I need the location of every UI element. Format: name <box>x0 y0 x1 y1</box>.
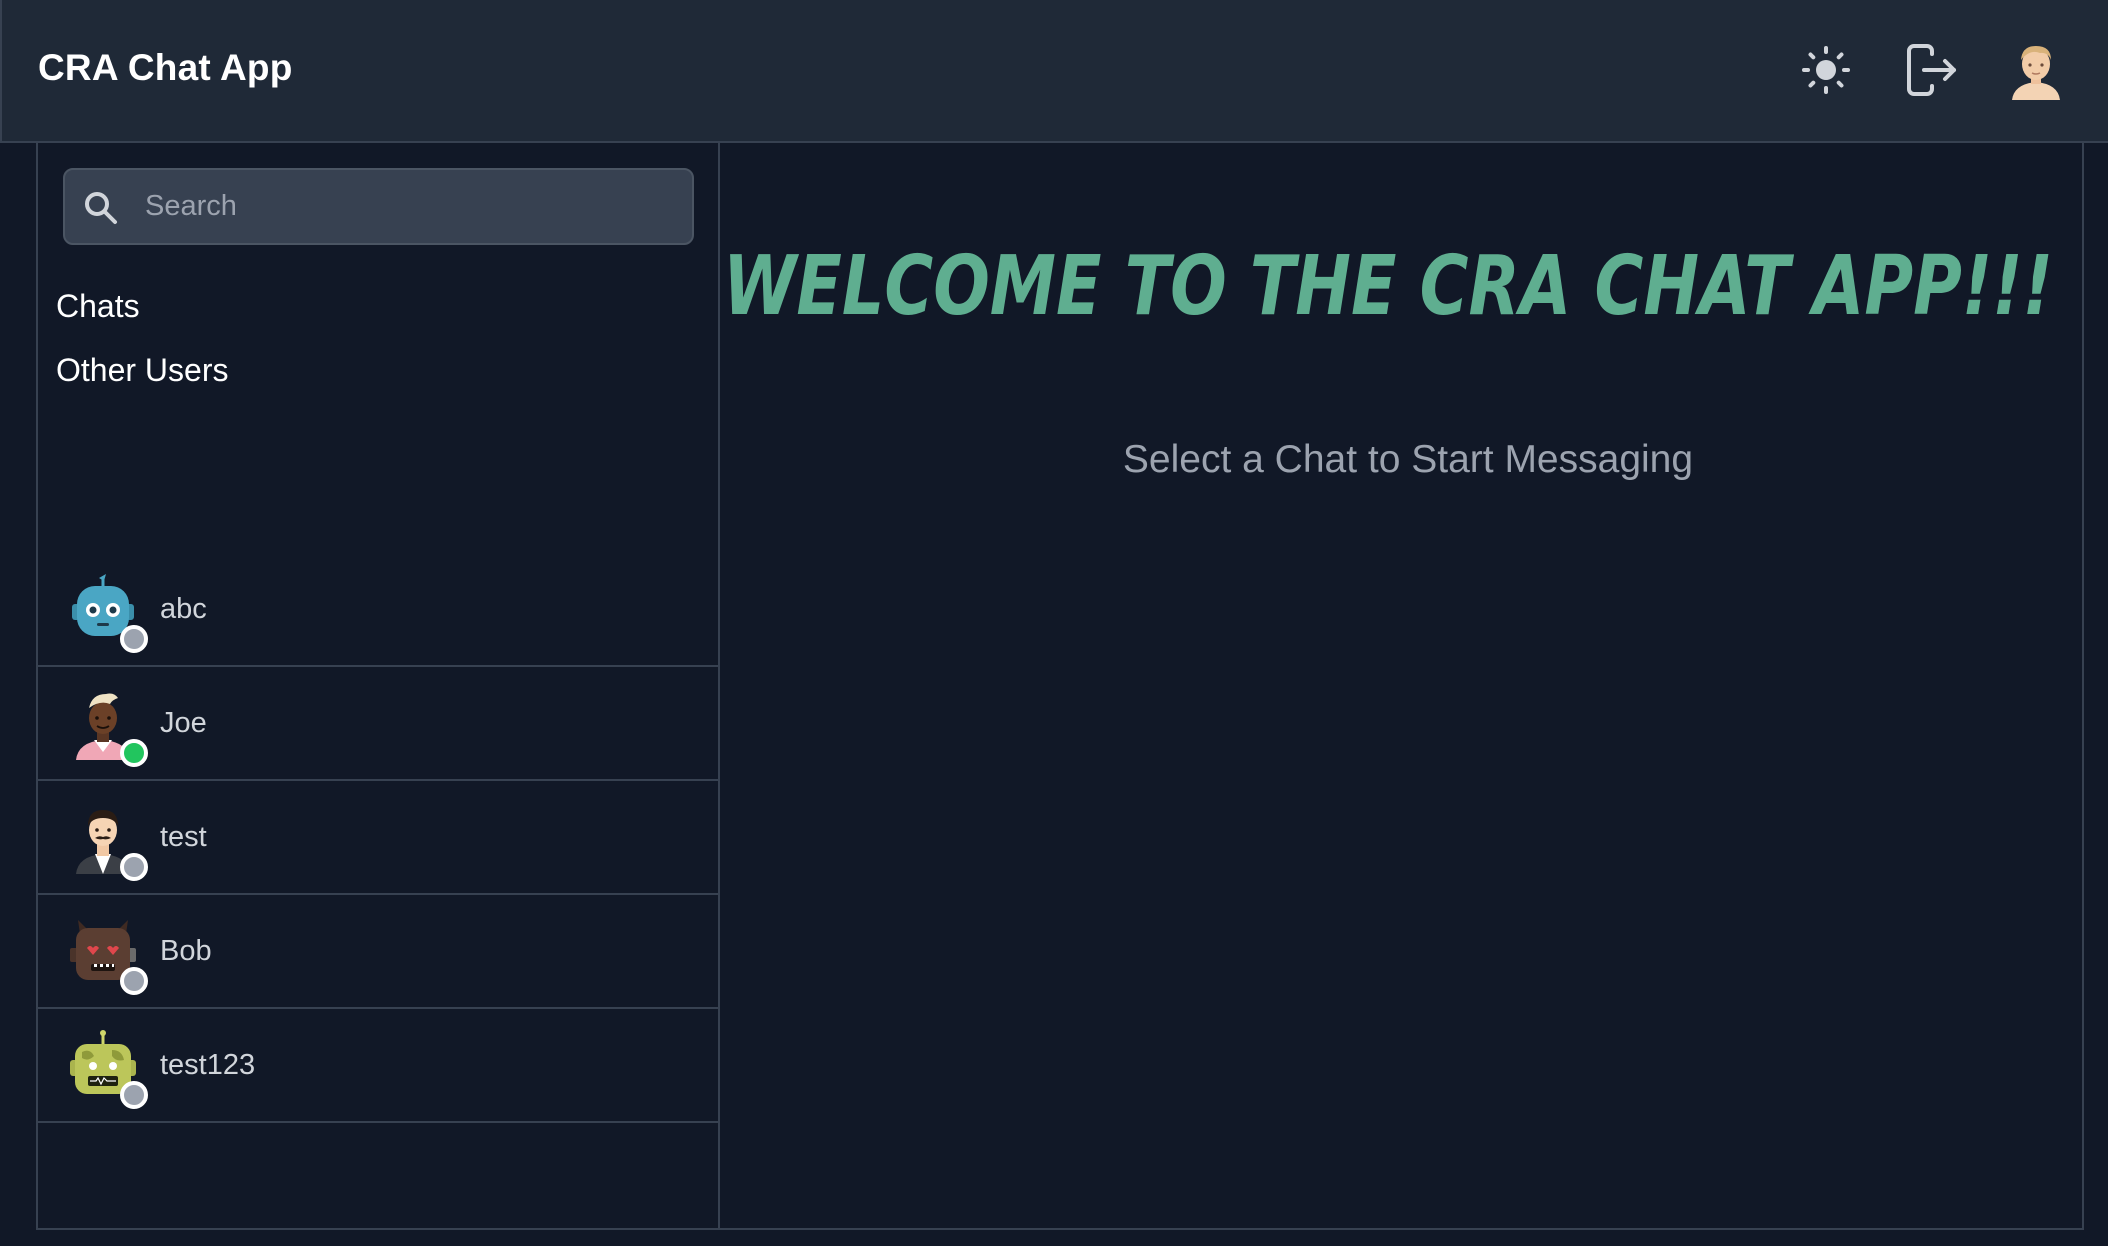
user-list-item[interactable]: Bob <box>38 895 718 1009</box>
select-chat-prompt: Select a Chat to Start Messaging <box>1122 438 1694 481</box>
user-list: abc Joe test Bob test123 <box>38 553 718 1123</box>
search-input[interactable] <box>145 170 675 243</box>
status-indicator <box>120 967 148 995</box>
sidebar: Chats Other Users <box>38 143 720 1228</box>
user-name: test123 <box>160 1049 256 1081</box>
user-list-item[interactable]: abc <box>38 553 718 667</box>
avatar <box>66 572 148 653</box>
avatar <box>66 1028 148 1109</box>
other-users-section-label: Other Users <box>56 352 229 388</box>
user-name: abc <box>160 593 207 625</box>
user-list-item[interactable]: test <box>38 781 718 895</box>
sun-icon <box>1802 46 1850 94</box>
logout-icon <box>1907 44 1956 96</box>
user-list-item[interactable]: test123 <box>38 1009 718 1123</box>
top-navbar: CRA Chat App <box>0 0 2108 143</box>
avatar <box>66 686 148 767</box>
status-indicator <box>120 739 148 767</box>
user-name: test <box>160 821 207 853</box>
logout-button[interactable] <box>1900 40 1960 100</box>
search-box <box>63 168 694 245</box>
status-indicator <box>120 625 148 653</box>
profile-avatar-button[interactable] <box>2004 38 2068 102</box>
user-name: Joe <box>160 707 207 739</box>
user-name: Bob <box>160 935 212 967</box>
avatar <box>66 800 148 881</box>
chats-section-label: Chats <box>56 288 140 324</box>
welcome-text: WELCOME TO THE CRA CHAT APP!!! <box>723 239 2053 334</box>
theme-toggle-button[interactable] <box>1796 40 1856 100</box>
status-indicator <box>120 1081 148 1109</box>
user-list-item[interactable]: Joe <box>38 667 718 781</box>
user-avatar-icon <box>2012 46 2060 100</box>
status-indicator <box>120 853 148 881</box>
avatar <box>66 914 148 995</box>
search-icon <box>85 192 117 224</box>
app-title[interactable]: CRA Chat App <box>38 47 293 89</box>
app-root: CRA Chat App Search Chats Other Users ab… <box>0 0 2108 1246</box>
welcome-heading: WELCOME TO THE CRA CHAT APP!!! <box>723 226 2058 336</box>
